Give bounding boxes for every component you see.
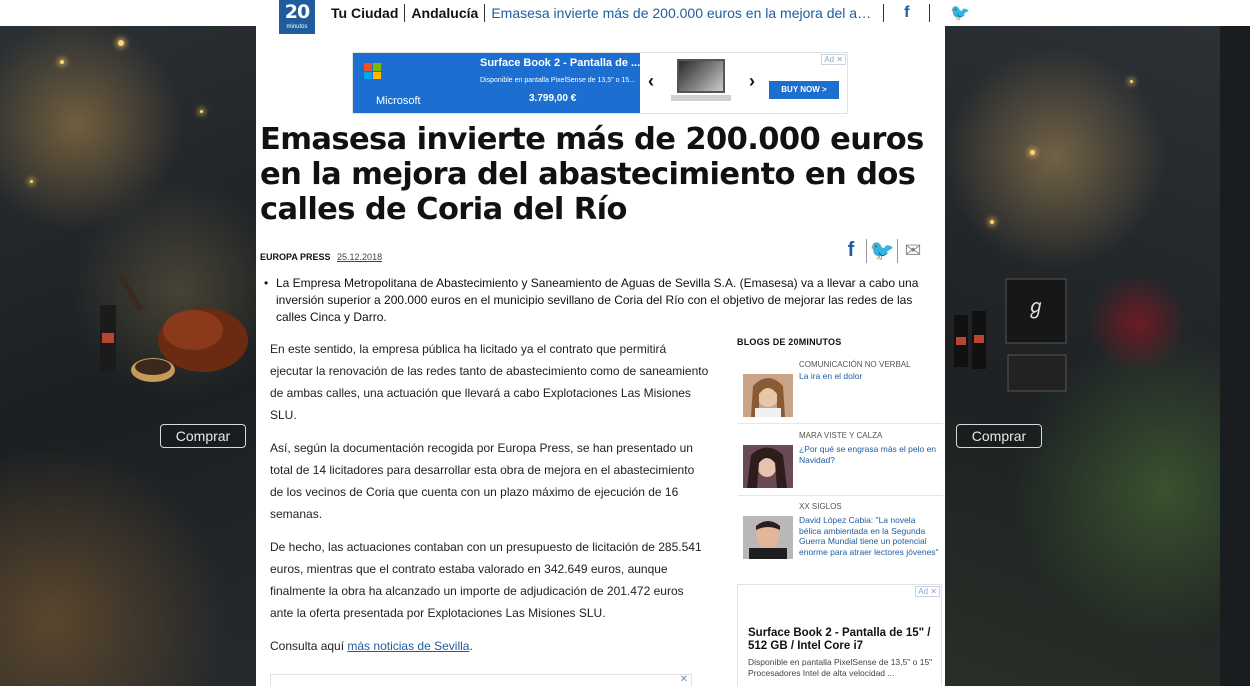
blog-title[interactable]: La ira en el dolor <box>799 371 939 382</box>
article-headline: Emasesa invierte más de 200.000 euros en… <box>260 122 924 227</box>
blog-item[interactable]: COMUNICACIÓN NO VERBAL La ira en el dolo… <box>738 360 943 420</box>
twitter-icon[interactable]: 🐦 <box>950 3 970 23</box>
more-news-line: Consulta aquí más noticias de Sevilla. <box>270 635 710 657</box>
sparkle-decoration <box>200 110 203 113</box>
laptop-image <box>671 59 731 105</box>
blog-title[interactable]: ¿Por qué se engrasa más el pelo en Navid… <box>799 444 939 465</box>
sparkle-decoration <box>60 60 64 64</box>
adchoices-icon[interactable]: Ad ✕ <box>915 586 940 597</box>
ad-buy-now-button[interactable]: BUY NOW > <box>769 81 839 99</box>
article-body: En este sentido, la empresa pública ha l… <box>270 338 710 668</box>
nav-separator <box>883 4 885 22</box>
blog-category: MARA VISTE Y CALZA <box>799 431 883 440</box>
site-logo[interactable]: 20 minutos <box>279 0 315 34</box>
sparkle-decoration <box>30 180 33 183</box>
sparkle-decoration <box>990 220 994 224</box>
ad-price: 3.799,00 € <box>529 93 577 104</box>
sidebar-ad-description: Disponible en pantalla PixelSense de 13,… <box>748 657 933 678</box>
ham-box-product-image: ℊ <box>954 278 1067 392</box>
blog-divider <box>738 495 943 496</box>
sparkle-decoration <box>1030 150 1035 155</box>
blog-category: XX SIGLOS <box>799 502 842 511</box>
article-column: Microsoft Surface Book 2 - Pantalla de .… <box>256 26 945 686</box>
nav-separator <box>404 4 406 22</box>
logo-word: minutos <box>286 24 308 30</box>
blogs-heading: BLOGS DE 20MINUTOS <box>737 337 842 347</box>
sparkle-decoration <box>1130 80 1133 83</box>
ad-title: Surface Book 2 - Pantalla de ... <box>480 57 641 69</box>
blog-thumbnail <box>743 374 793 417</box>
more-news-link[interactable]: más noticias de Sevilla <box>347 639 469 653</box>
share-email-icon[interactable]: ✉ <box>898 238 928 263</box>
sparkle-decoration <box>118 40 124 46</box>
summary-text: La Empresa Metropolitana de Abastecimien… <box>276 276 919 324</box>
logo-number: 20 <box>284 1 310 23</box>
article-source: EUROPA PRESS <box>260 252 331 262</box>
nav-separator <box>484 4 486 22</box>
nav-article-title: Emasesa invierte más de 200.000 euros en… <box>491 5 872 21</box>
nav-separator <box>929 4 931 22</box>
inline-ad-frame[interactable]: ✕ <box>270 674 692 686</box>
buy-button-left[interactable]: Comprar <box>160 424 246 448</box>
article-byline: EUROPA PRESS 25.12.2018 <box>260 252 382 262</box>
article-paragraph: De hecho, las actuaciones contaban con u… <box>270 540 702 620</box>
sidebar-ad[interactable]: Ad ✕ Surface Book 2 - Pantalla de 15" / … <box>737 584 942 686</box>
ad-subtitle: Disponible en pantalla PixelSense de 13,… <box>480 77 636 84</box>
share-bar: f 🐦 ✉ <box>836 238 928 263</box>
facebook-icon[interactable]: f <box>904 4 909 22</box>
share-twitter-icon[interactable]: 🐦 <box>867 238 897 263</box>
blog-category: COMUNICACIÓN NO VERBAL <box>799 360 911 369</box>
nav-subsection-link[interactable]: Andalucía <box>411 5 478 21</box>
blog-title[interactable]: David López Cabia: "La novela bélica amb… <box>799 515 939 557</box>
nav-section-link[interactable]: Tu Ciudad <box>331 5 398 21</box>
blog-item[interactable]: XX SIGLOS David López Cabia: "La novela … <box>738 502 943 568</box>
more-news-prefix: Consulta aquí <box>270 639 348 653</box>
buy-button-right[interactable]: Comprar <box>956 424 1042 448</box>
adchoices-icon[interactable]: Ad ✕ <box>821 54 846 65</box>
summary-bullet: • <box>264 276 269 290</box>
top-navigation-bar: 20 minutos Tu Ciudad Andalucía Emasesa i… <box>0 0 1250 34</box>
top-banner-ad[interactable]: Microsoft Surface Book 2 - Pantalla de .… <box>352 52 848 114</box>
ad-blue-panel: Microsoft Surface Book 2 - Pantalla de .… <box>353 53 640 113</box>
article-date: 25.12.2018 <box>337 252 383 262</box>
blog-divider <box>738 423 943 424</box>
blog-item[interactable]: MARA VISTE Y CALZA ¿Por qué se engrasa m… <box>738 431 943 493</box>
more-news-suffix: . <box>469 639 473 653</box>
microsoft-logo-icon <box>364 63 381 79</box>
breadcrumb: Tu Ciudad Andalucía Emasesa invierte más… <box>331 0 984 26</box>
ad-next-arrow-icon[interactable]: › <box>749 71 755 92</box>
share-facebook-icon[interactable]: f <box>836 239 866 262</box>
svg-text:ℊ: ℊ <box>1026 294 1046 318</box>
ad-brand: Microsoft <box>376 95 421 107</box>
blog-thumbnail <box>743 445 793 488</box>
article-paragraph: Así, según la documentación recogida por… <box>270 441 695 521</box>
close-icon[interactable]: ✕ <box>680 674 688 685</box>
ad-prev-arrow-icon[interactable]: ‹ <box>648 71 654 92</box>
sidebar-ad-title[interactable]: Surface Book 2 - Pantalla de 15" / 512 G… <box>748 627 938 653</box>
ham-product-image <box>100 275 248 382</box>
blog-thumbnail <box>743 516 793 559</box>
article-paragraph: En este sentido, la empresa pública ha l… <box>270 342 709 422</box>
background-edge <box>1220 26 1250 686</box>
